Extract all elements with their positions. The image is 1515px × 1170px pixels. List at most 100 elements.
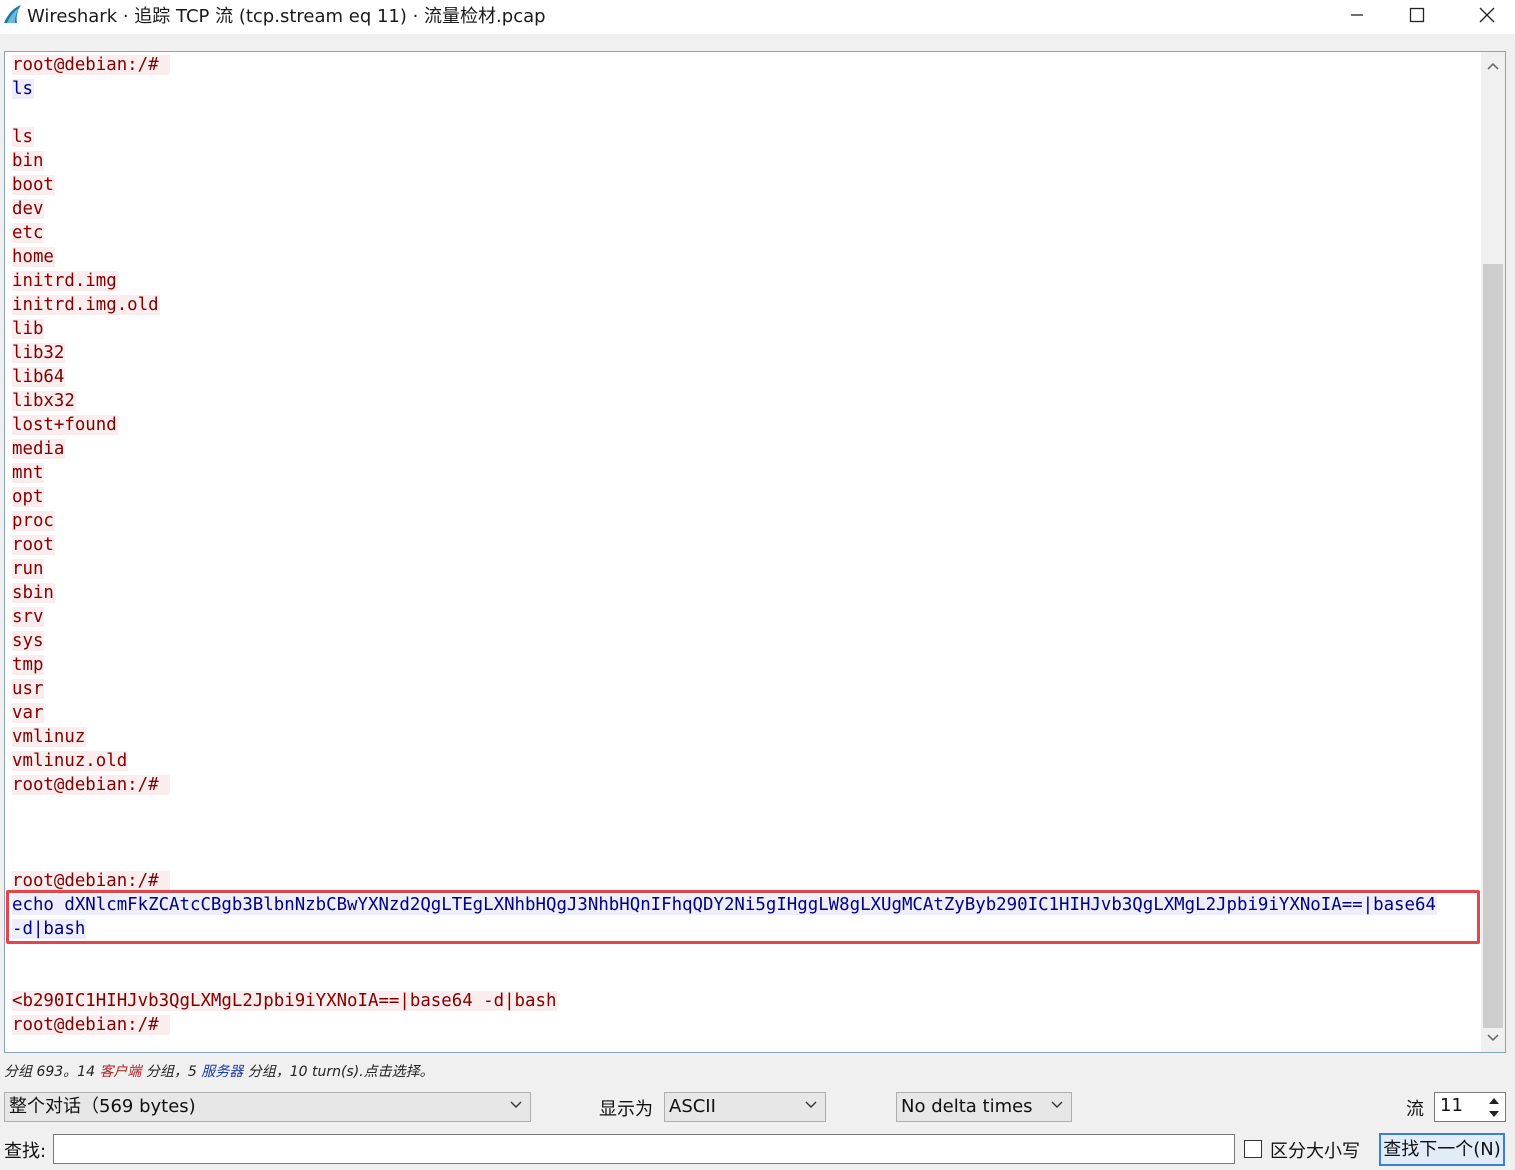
server-text[interactable]: lost+found (12, 415, 118, 435)
stream-line[interactable]: initrd.img (12, 269, 1437, 293)
delta-times-select[interactable]: No delta times (896, 1092, 1072, 1122)
stream-line[interactable]: opt (12, 485, 1437, 509)
server-text[interactable]: proc (12, 511, 55, 531)
status-suffix: 分组，10 turn(s).点击选择。 (243, 1064, 434, 1080)
find-next-button[interactable]: 查找下一个(N) (1379, 1133, 1505, 1166)
spin-down-button[interactable] (1484, 1107, 1504, 1120)
maximize-icon (1409, 7, 1425, 23)
server-text[interactable]: srv (12, 607, 45, 627)
server-text[interactable]: usr (12, 679, 45, 699)
scroll-down-button[interactable] (1481, 1026, 1505, 1050)
server-text[interactable]: initrd.img.old (12, 295, 160, 315)
minimize-icon (1351, 14, 1363, 16)
conversation-select[interactable]: 整个对话（569 bytes) (4, 1092, 531, 1122)
stream-line[interactable] (12, 941, 1437, 965)
stream-line[interactable] (12, 797, 1437, 821)
server-text[interactable]: boot (12, 175, 55, 195)
stream-line[interactable]: vmlinuz.old (12, 749, 1437, 773)
status-server-label[interactable]: 服务器 (201, 1064, 243, 1080)
stream-line[interactable]: vmlinuz (12, 725, 1437, 749)
server-text[interactable]: tmp (12, 655, 45, 675)
stream-line[interactable]: etc (12, 221, 1437, 245)
stream-line[interactable]: run (12, 557, 1437, 581)
show-as-select-value: ASCII (669, 1096, 716, 1117)
server-text[interactable]: run (12, 559, 45, 579)
server-text[interactable]: lib64 (12, 367, 66, 387)
stream-line[interactable]: <b290IC1HIHJvb3QgLXMgL2Jpbi9iYXNoIA==|ba… (12, 989, 1437, 1013)
chevron-down-icon (1487, 1034, 1499, 1042)
server-text[interactable]: mnt (12, 463, 45, 483)
stream-line[interactable]: srv (12, 605, 1437, 629)
server-text[interactable]: lib32 (12, 343, 66, 363)
stream-content-area[interactable]: root@debian:/# ls ls bin boot dev etc home init… (4, 51, 1506, 1053)
stream-line[interactable]: lib64 (12, 365, 1437, 389)
server-text[interactable]: root@debian:/# (12, 775, 171, 795)
server-text[interactable]: root (12, 535, 55, 555)
stream-line[interactable]: ls (12, 125, 1437, 149)
stream-line[interactable]: tmp (12, 653, 1437, 677)
stream-line[interactable]: usr (12, 677, 1437, 701)
server-text[interactable]: root@debian:/# (12, 871, 171, 891)
conversation-select-value: 整个对话（569 bytes) (9, 1096, 196, 1117)
maximize-button[interactable] (1382, 0, 1452, 30)
stream-line[interactable] (12, 101, 1437, 125)
stream-line[interactable]: lib (12, 317, 1437, 341)
server-text[interactable]: media (12, 439, 66, 459)
server-text[interactable]: dev (12, 199, 45, 219)
close-button[interactable] (1452, 0, 1515, 30)
close-icon (1479, 7, 1495, 23)
stream-line[interactable]: ls (12, 77, 1437, 101)
server-text[interactable]: var (12, 703, 45, 723)
scroll-thumb[interactable] (1483, 264, 1503, 1028)
server-text[interactable]: bin (12, 151, 45, 171)
scroll-up-button[interactable] (1481, 54, 1505, 78)
client-text[interactable]: ls (12, 79, 34, 99)
server-text[interactable]: home (12, 247, 55, 267)
vertical-scrollbar[interactable] (1481, 52, 1505, 1052)
server-text[interactable]: lib (12, 319, 45, 339)
stream-line[interactable]: boot (12, 173, 1437, 197)
stream-line[interactable] (12, 845, 1437, 869)
status-prefix: 分组 693。14 (4, 1064, 100, 1080)
status-client-label[interactable]: 客户端 (99, 1064, 141, 1080)
stream-line[interactable]: mnt (12, 461, 1437, 485)
server-text[interactable]: root@debian:/# (12, 1015, 171, 1035)
show-as-select[interactable]: ASCII (664, 1092, 826, 1122)
server-text[interactable]: sys (12, 631, 45, 651)
case-sensitive-label[interactable]: 区分大小写 (1270, 1137, 1360, 1163)
stream-line[interactable]: initrd.img.old (12, 293, 1437, 317)
server-text[interactable]: sbin (12, 583, 55, 603)
stream-line[interactable]: root@debian:/# (12, 773, 1437, 797)
find-input[interactable] (53, 1134, 1235, 1164)
stream-line[interactable]: home (12, 245, 1437, 269)
stream-line[interactable]: sys (12, 629, 1437, 653)
stream-line[interactable]: lost+found (12, 413, 1437, 437)
stream-line[interactable]: dev (12, 197, 1437, 221)
stream-line[interactable] (12, 965, 1437, 989)
server-text[interactable]: root@debian:/# (12, 55, 171, 75)
stream-line[interactable]: lib32 (12, 341, 1437, 365)
stream-line[interactable]: root (12, 533, 1437, 557)
stream-line[interactable]: proc (12, 509, 1437, 533)
stream-line[interactable]: root@debian:/# (12, 1013, 1437, 1037)
stream-line[interactable] (12, 821, 1437, 845)
wireshark-fin-icon (4, 5, 21, 23)
server-text[interactable]: opt (12, 487, 45, 507)
stream-number-spinbox[interactable]: 11 (1434, 1092, 1506, 1122)
stream-line[interactable]: bin (12, 149, 1437, 173)
server-text[interactable]: vmlinuz.old (12, 751, 129, 771)
server-text[interactable]: ls (12, 127, 34, 147)
stream-line[interactable]: libx32 (12, 389, 1437, 413)
stream-line[interactable]: root@debian:/# (12, 53, 1437, 77)
server-text[interactable]: vmlinuz (12, 727, 87, 747)
server-text[interactable]: libx32 (12, 391, 76, 411)
server-text[interactable]: initrd.img (12, 271, 118, 291)
delta-times-select-value: No delta times (901, 1096, 1033, 1117)
server-text[interactable]: <b290IC1HIHJvb3QgLXMgL2Jpbi9iYXNoIA==|ba… (12, 991, 558, 1011)
case-sensitive-checkbox[interactable] (1244, 1140, 1262, 1158)
spin-up-button[interactable] (1484, 1094, 1504, 1107)
stream-line[interactable]: media (12, 437, 1437, 461)
server-text[interactable]: etc (12, 223, 45, 243)
stream-line[interactable]: sbin (12, 581, 1437, 605)
stream-line[interactable]: var (12, 701, 1437, 725)
